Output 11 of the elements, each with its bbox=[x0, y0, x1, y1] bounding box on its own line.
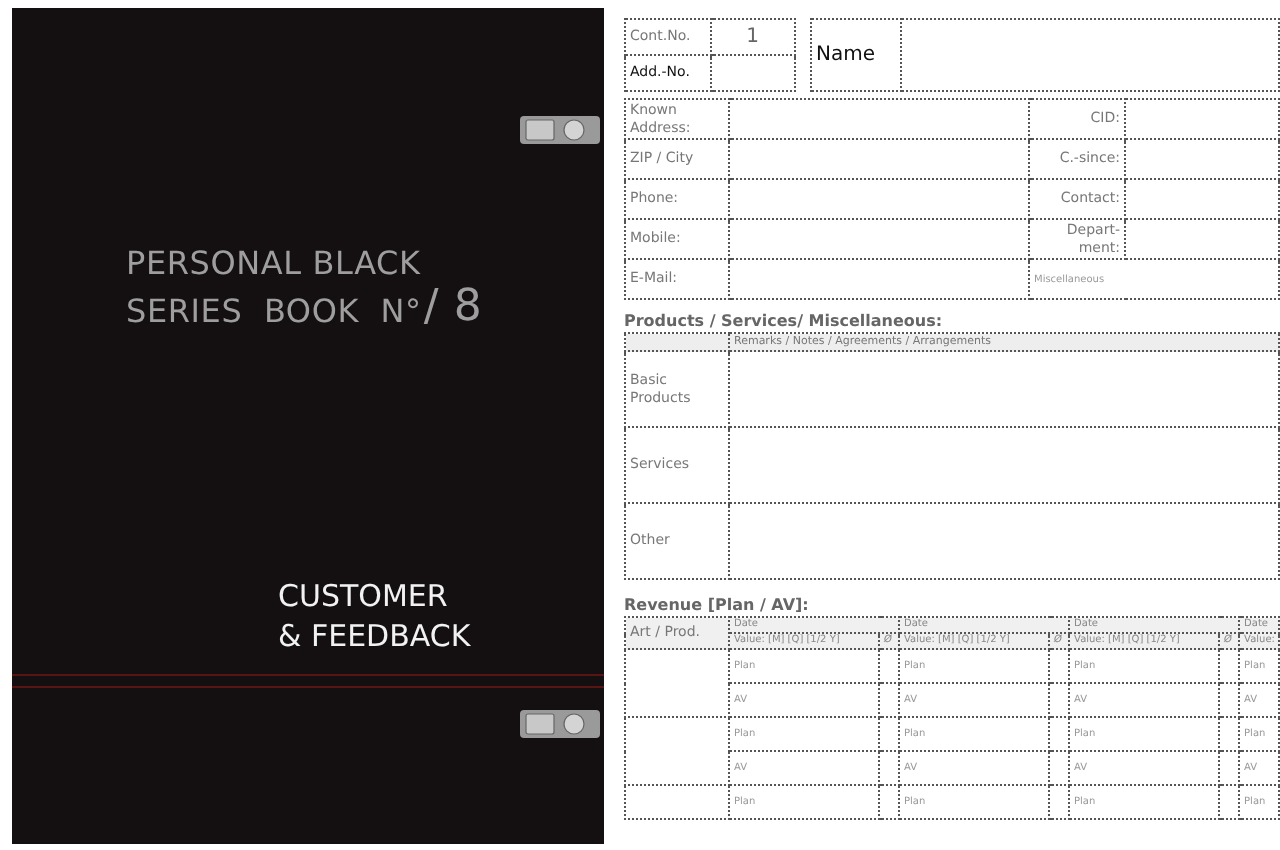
section-title: Products / Services/ Miscellaneous: bbox=[624, 312, 945, 332]
name-label: Name bbox=[811, 19, 901, 91]
cover-title: SERIES BOOK N° bbox=[126, 292, 422, 332]
clasp-icon bbox=[520, 708, 600, 740]
contact-number: 1 bbox=[710, 19, 795, 55]
section-title: Revenue [Plan / AV]: bbox=[624, 596, 811, 616]
cover-subtitle: & FEEDBACK bbox=[278, 616, 471, 656]
book-number: / 8 bbox=[423, 284, 483, 332]
cover-subtitle: CUSTOMER bbox=[278, 576, 450, 616]
clasp-icon bbox=[520, 114, 600, 146]
cover-title: PERSONAL BLACK bbox=[126, 244, 423, 284]
